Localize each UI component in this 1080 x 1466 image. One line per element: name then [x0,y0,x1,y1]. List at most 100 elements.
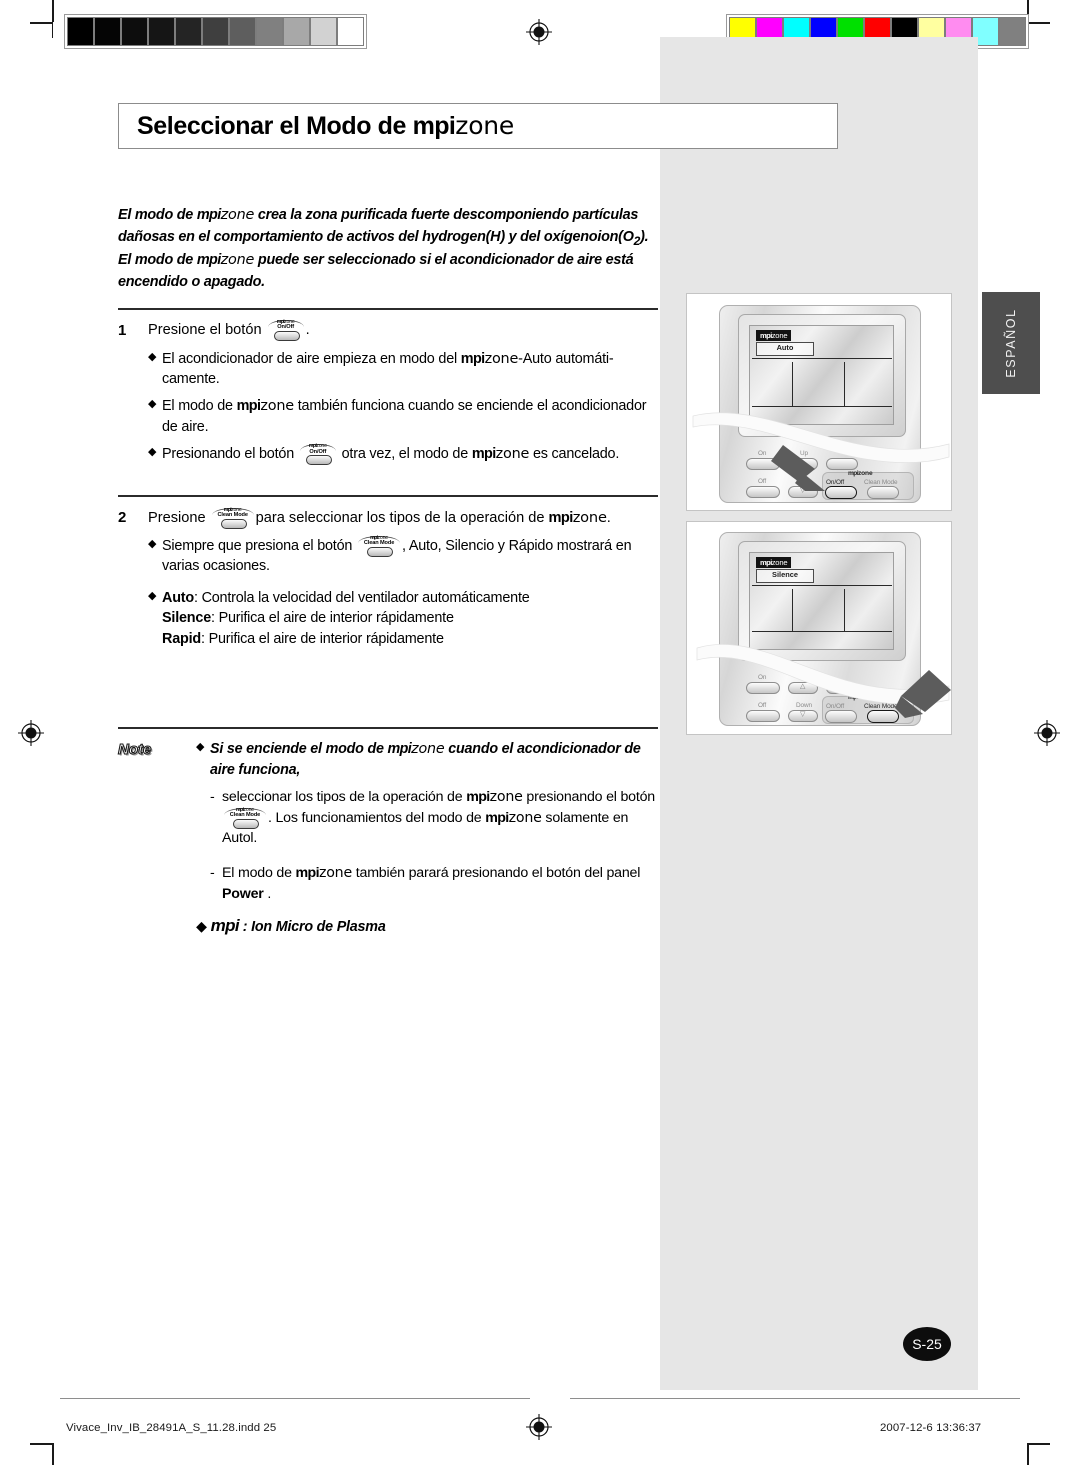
mode-row-silence: Silence: Purifica el aire de interior rá… [162,608,658,628]
note-label: Note [117,740,152,758]
page-number-text: S-25 [912,1336,942,1352]
lcd-tag-mpi: mpi [760,558,772,567]
step-2: 2 Presione mpizone Clean Mode para selec… [118,507,658,529]
brand-mpi: mpi [196,252,221,268]
key-mpizone-cleanmode[interactable] [867,486,899,499]
brand-mpi: mpi [548,509,574,526]
dash-text-pre: seleccionar los tipos de la operación de [222,789,467,806]
key-label-mpizone-cleanmode: Clean Mode [864,703,898,710]
crop-mark-br-h [1028,1443,1050,1445]
mode-desc: : Purifica el aire de interior rápidamen… [211,610,454,627]
lcd-line-divider-1 [792,362,793,406]
lcd-tag-zone: zone [771,558,788,567]
key-mpizone-onoff[interactable] [825,710,857,723]
mode-desc: : Controla la velocidad del ventilador a… [193,589,530,606]
power-keyword: Power [222,885,264,902]
brand-zone: zone [411,740,445,757]
page-number-badge: S-25 [903,1327,951,1361]
key-label-on: On [758,674,767,681]
dash-text-mid: presionando el botón [522,789,655,806]
lcd-tag-zone: zone [771,331,788,340]
intro-line3-b: puede ser seleccionado si el acondiciona… [254,252,634,268]
key-label-off: Off [758,478,767,485]
mpizone-onoff-button-icon: mpizone On/Off [299,443,337,466]
intro-paragraph: El modo de mpizone crea la zona purifica… [118,205,658,294]
key-label-mpizone-cleanmode: Clean Mode [864,479,898,486]
brand-zone: zone [455,111,515,140]
brand-mpi: mpi [210,916,240,936]
brand-zone: zone [508,809,542,826]
key-off[interactable] [746,710,780,722]
intro-line2-end: ). [640,228,649,245]
group-label-zone: zone [857,694,873,701]
brand-mpi: mpi [196,207,221,223]
lcd-bezel: mpizone Auto [738,314,906,437]
callout-arrow-1 [771,439,831,499]
step-2-number: 2 [118,508,127,526]
registration-target-left [16,718,46,748]
note-dash-1: - seleccionar los tipos de la operación … [210,787,658,849]
grayscale-swatch-3 [148,17,175,46]
dash-bullet-icon: - [210,865,215,882]
mpi-definition-text: : Ion Micro de Plasma [239,919,386,936]
diamond-bullet-icon: ◆ [148,446,157,459]
diamond-bullet-icon: ◆ [148,350,157,363]
bullet-text-mid: otra vez, el modo de [337,446,472,463]
lcd-bezel: mpizone Silence [738,541,906,661]
bullet-text-post: es cancelado. [529,446,620,463]
lcd-mpizone-tag: mpizone [756,557,792,568]
page-title: Seleccionar el Modo de mpizone [118,103,838,149]
step-2-tail-pre: para seleccionar los tipos de la operaci… [255,509,549,526]
brand-zone: zone [260,398,294,415]
illustration-step1: mpizone Auto On Up △ Off Down ▽ mpizone … [686,293,952,511]
lcd-line-divider-2 [844,589,845,631]
note-head-pre: Si se enciende el modo de [210,740,388,757]
brand-mpi: mpi [471,446,496,463]
lcd-screen: mpizone Silence [749,552,894,650]
key-label-on: On [758,450,767,457]
key-extra[interactable] [826,682,858,694]
registration-target-top [524,17,554,47]
mpizone-cleanmode-button-icon: mpizone Clean Mode [223,807,267,829]
mpi-definition: ◆ mpi : Ion Micro de Plasma [196,916,386,936]
step-1-period: . [305,321,310,338]
mode-name: Silence [162,610,211,627]
brand-zone: zone [495,446,530,463]
step-2-bullet-1: ◆ Siempre que presiona el botón mpizone … [148,535,658,577]
step-2-bullet-modes: ◆ Auto: Controla la velocidad del ventil… [148,588,658,649]
triangle-down-icon: ▽ [800,711,806,718]
footer-divider-left [60,1398,530,1399]
dash-bullet-icon: - [210,789,215,806]
step-1-bullet-2: ◆ El modo de mpizone también funciona cu… [148,396,658,437]
diamond-bullet-icon: ◆ [148,589,157,602]
note-dash-2: - El modo de mpizone también parará pres… [210,863,658,904]
footer-timestamp: 2007-12-6 13:36:37 [880,1422,982,1434]
lcd-screen: mpizone Auto [749,325,894,425]
lcd-mpizone-tag: mpizone [756,330,792,341]
divider-rule-3 [118,727,658,729]
lcd-line-divider-1 [792,589,793,631]
language-tab: ESPAÑOL [982,292,1040,394]
main-content: El modo de mpizone crea la zona purifica… [117,205,658,936]
lcd-line-top [752,358,892,359]
step-1-bullet-1: ◆ El acondicionador de aire empieza en m… [148,349,658,390]
crop-mark-bl-h [30,1443,52,1445]
mode-name: Rapid [162,630,201,647]
callout-arrow-2 [895,668,953,725]
crop-mark-bl-v [52,1443,54,1465]
intro-line1-a: El modo de [118,207,197,223]
grayscale-swatch-5 [202,17,229,46]
brand-mpi: mpi [236,398,261,415]
crop-mark-br-v [1027,1443,1029,1465]
group-label-mpi: mpi [848,694,859,701]
step-1-bullet-3: ◆ Presionando el botón mpizone On/Off ot… [148,443,658,466]
key-label-off: Off [758,702,767,709]
key-on[interactable] [746,682,780,694]
step-2-tail-post: . [606,509,611,526]
remote-control-panel: mpizone Silence On Up △ Off Down ▽ mpizo… [719,532,921,726]
intro-line2: dañosas en el comportamiento de activos … [118,228,634,245]
footer-filename: Vivace_Inv_IB_28491A_S_11.28.indd 25 [66,1422,277,1434]
lcd-mode-indicator: Silence [756,569,814,583]
language-tab-label: ESPAÑOL [1004,308,1018,378]
group-label-zone: zone [857,470,873,477]
